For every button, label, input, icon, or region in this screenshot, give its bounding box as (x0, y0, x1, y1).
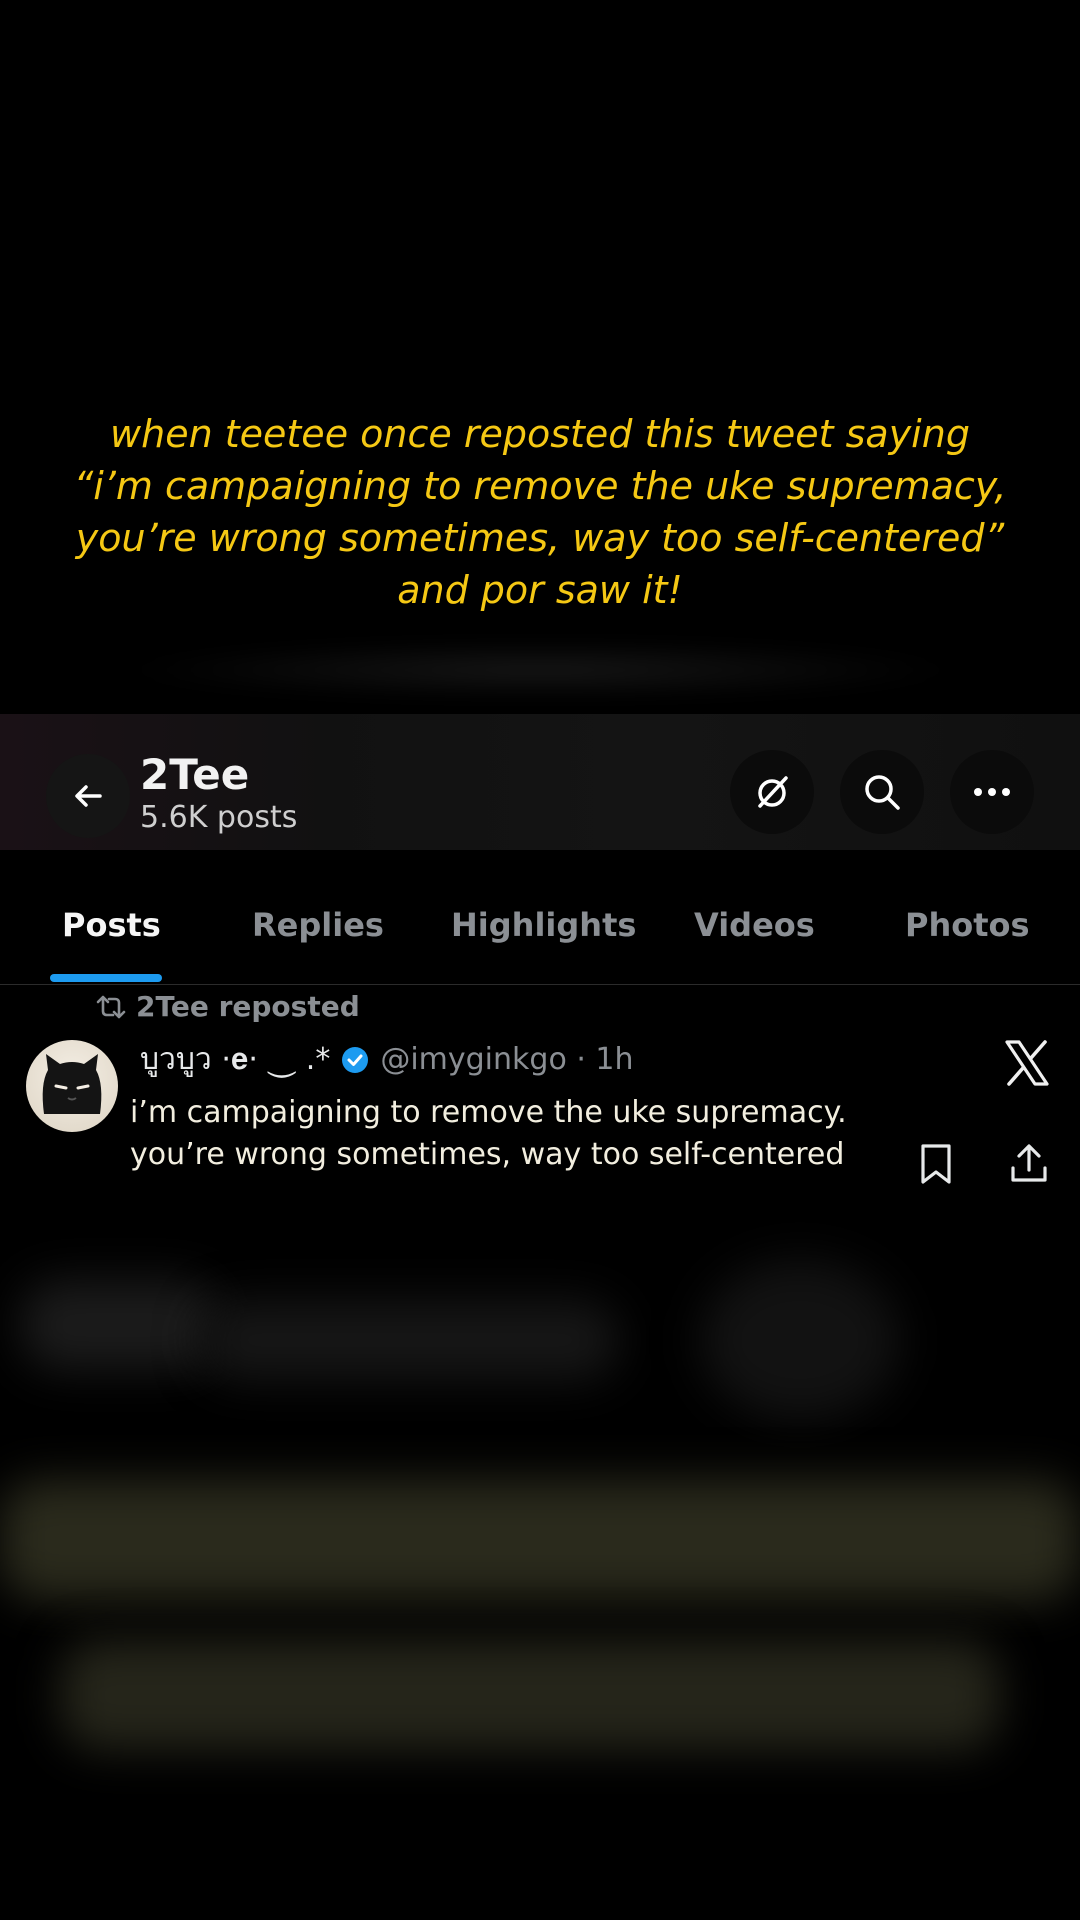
grok-button[interactable] (730, 750, 814, 834)
caption-line: when teetee once reposted this tweet say… (110, 412, 970, 456)
profile-header: 2Tee 5.6K posts (0, 714, 1080, 850)
grok-icon (758, 776, 788, 808)
x-logo-icon (1002, 1038, 1052, 1093)
share-button[interactable] (1008, 1142, 1050, 1191)
tab-photos[interactable]: Photos (905, 906, 1030, 944)
caption-line: “i’m campaigning to remove the uke supre… (73, 464, 1007, 508)
share-icon (1011, 1144, 1047, 1182)
tweet-text: i’m campaigning to remove the uke suprem… (130, 1092, 847, 1176)
repost-indicator[interactable]: 2Tee reposted (94, 990, 360, 1023)
active-tab-indicator (50, 974, 162, 982)
tweet-line: you’re wrong sometimes, way too self-cen… (130, 1137, 845, 1172)
author-handle[interactable]: @imyginkgo · 1h (380, 1042, 633, 1077)
tweet-line: i’m campaigning to remove the uke suprem… (130, 1095, 847, 1130)
author-name[interactable]: บูวบูว ·𝐞· ⏝ .* (140, 1036, 330, 1083)
tab-replies[interactable]: Replies (252, 906, 384, 944)
search-button[interactable] (840, 750, 924, 834)
caption: when teetee once reposted this tweet say… (40, 408, 1040, 616)
more-icon (974, 788, 1010, 796)
caption-line: and por saw it! (397, 568, 683, 612)
blurred-background (0, 1220, 1080, 1920)
back-button[interactable] (46, 754, 130, 838)
verified-badge-icon (342, 1046, 369, 1073)
search-icon (865, 775, 900, 810)
avatar[interactable] (26, 1040, 118, 1132)
caption-line: you’re wrong sometimes, way too self-cen… (75, 516, 1005, 560)
black-cat-avatar-icon (42, 1054, 102, 1114)
profile-tabs: Posts Replies Highlights Videos Photos (0, 850, 1080, 985)
tab-highlights[interactable]: Highlights (451, 906, 636, 944)
post-count: 5.6K posts (140, 800, 298, 835)
page-title: 2Tee (140, 750, 250, 799)
profile-screenshot: 2Tee 5.6K posts Posts Replies Highlights (0, 714, 1080, 1204)
more-button[interactable] (950, 750, 1034, 834)
repost-label: 2Tee reposted (136, 990, 360, 1023)
tweet-author-row: บูวบูว ·𝐞· ⏝ .* @imyginkgo · 1h (140, 1036, 634, 1083)
background-haze (120, 640, 960, 700)
tab-videos[interactable]: Videos (694, 906, 815, 944)
back-arrow-icon (75, 785, 102, 807)
tab-posts[interactable]: Posts (62, 906, 161, 944)
repost-icon (96, 995, 126, 1018)
bookmark-button[interactable] (918, 1142, 954, 1191)
bookmark-icon (921, 1144, 951, 1184)
